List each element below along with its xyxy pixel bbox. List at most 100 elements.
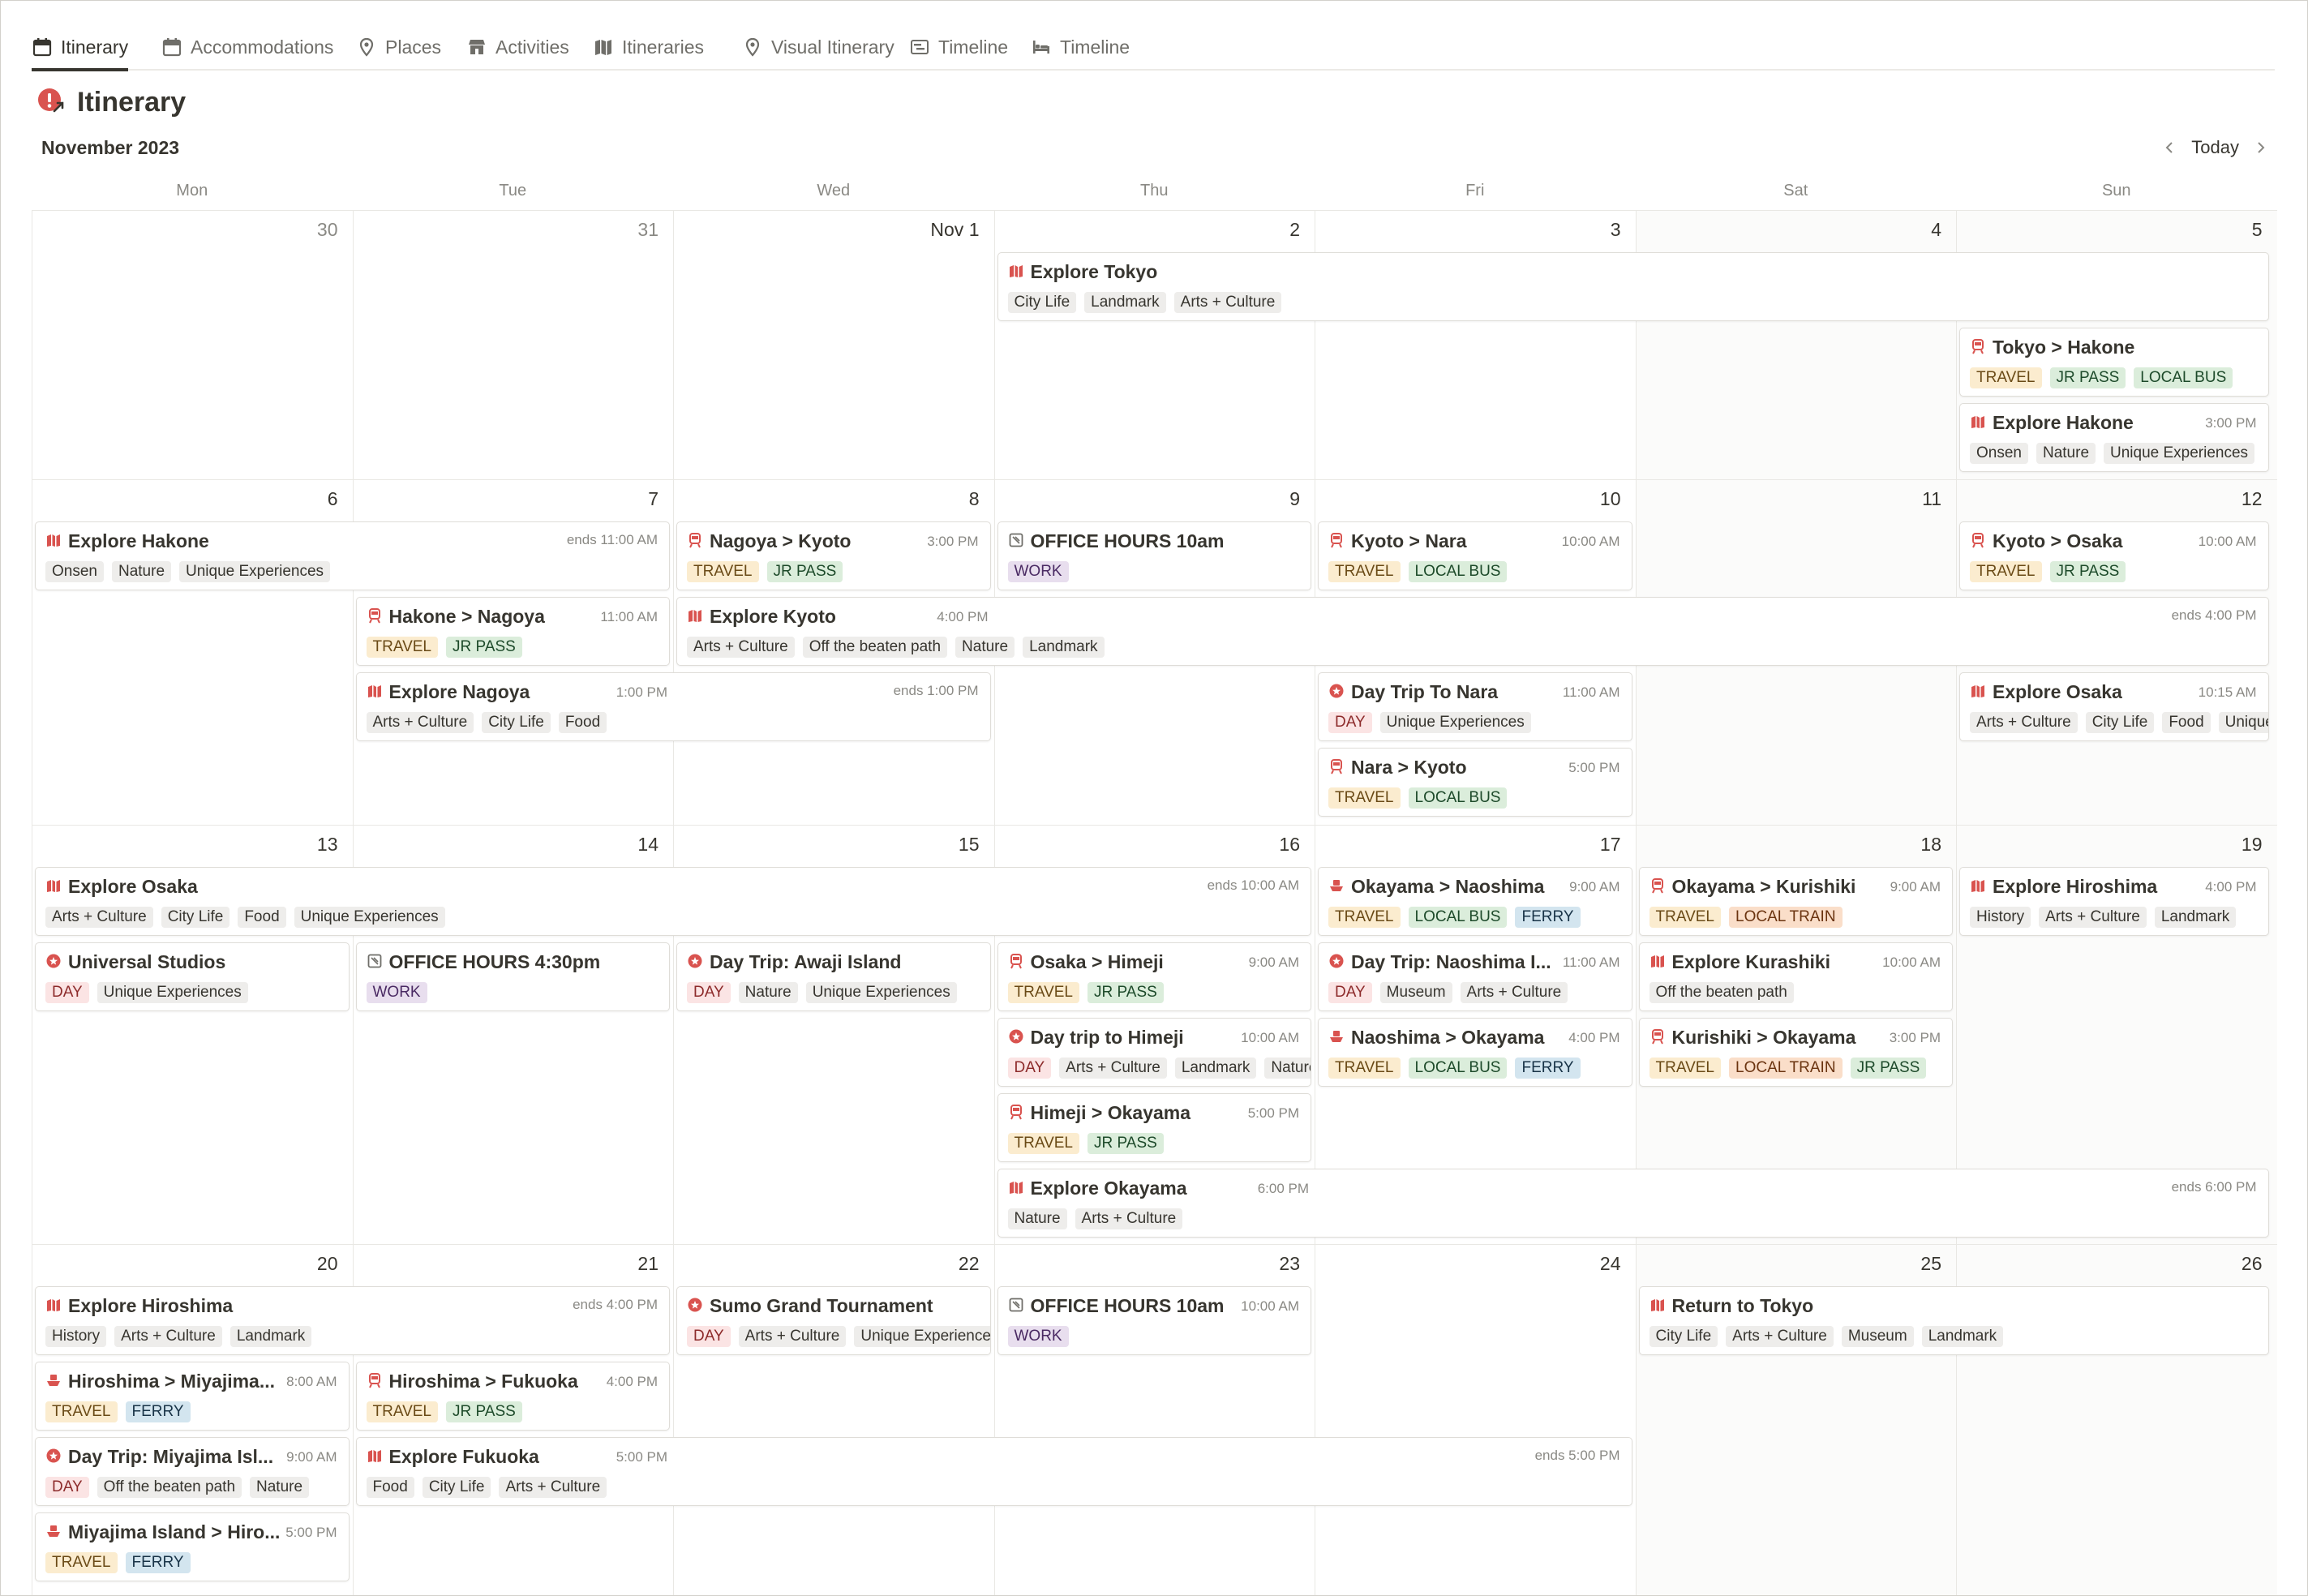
event-card[interactable]: Okayama > Naoshima 9:00 AM TRAVEL LOCAL BUS… <box>1318 867 1632 936</box>
event-card[interactable]: Day trip to Himeji 10:00 AM DAY Arts + Cult… <box>997 1018 1311 1087</box>
event-card[interactable]: OFFICE HOURS 10am WORK <box>997 521 1311 590</box>
day-cell[interactable]: 4 <box>1635 210 1956 479</box>
day-cell[interactable]: Nov 1 <box>673 210 994 479</box>
tag: JR PASS <box>1088 982 1164 1003</box>
tag: Off the beaten path <box>97 1477 242 1498</box>
tag: DAY <box>45 1477 89 1498</box>
tab-label: Timeline <box>938 36 1009 58</box>
day-cell[interactable]: 30 <box>32 210 353 479</box>
event-time: 11:00 AM <box>1562 955 1620 970</box>
tag: LOCAL BUS <box>1408 907 1508 928</box>
tag: TRAVEL <box>687 561 759 582</box>
event-card[interactable]: Sumo Grand Tournament DAY Arts + Culture Un… <box>676 1286 991 1355</box>
event-card[interactable]: Return to Tokyo City Life Arts + Culture Mu… <box>1638 1286 2269 1355</box>
event-card[interactable]: Explore Osaka ends 10:00 AM Arts + Culture… <box>35 867 1311 936</box>
event-card[interactable]: Hakone > Nagoya 11:00 AM TRAVEL JR PASS <box>355 597 670 666</box>
event-card[interactable]: Day Trip: Miyajima Isl... 9:00 AM DAY Off t… <box>35 1437 350 1506</box>
event-card[interactable]: Explore Hiroshima 4:00 PM History Arts + Cu… <box>1959 867 2269 936</box>
today-button[interactable]: Today <box>2183 137 2247 158</box>
event-title: OFFICE HOURS 10am <box>1030 1295 1225 1316</box>
star-badge-icon <box>687 953 703 969</box>
tab-itineraries[interactable]: Itineraries <box>593 25 704 69</box>
tab-timeline[interactable]: Timeline <box>909 25 1008 69</box>
event-time: 10:00 AM <box>1241 1030 1299 1045</box>
event-card[interactable]: Kyoto > Nara 10:00 AM TRAVEL LOCAL BUS <box>1318 521 1632 590</box>
tab-visual-itinerary[interactable]: Visual Itinerary <box>742 25 894 69</box>
event-title: Explore Tokyo <box>1030 261 1158 282</box>
event-card[interactable]: Explore Kurashiki 10:00 AM Off the beaten … <box>1638 942 1953 1011</box>
event-time: 9:00 AM <box>1890 879 1941 895</box>
chevron-left-icon[interactable] <box>2156 134 2183 161</box>
day-number: 20 <box>316 1253 338 1274</box>
tag: TRAVEL <box>1328 1058 1401 1079</box>
event-card[interactable]: Miyajima Island > Hiro... 5:00 PM TRAVEL FE… <box>35 1512 350 1581</box>
event-card[interactable]: Kurishiki > Okayama 3:00 PM TRAVEL LOCAL TR… <box>1638 1018 1953 1087</box>
event-time: 3:00 PM <box>927 534 979 549</box>
event-card[interactable]: Hiroshima > Miyajima... 8:00 AM TRAVEL FERR… <box>35 1362 350 1431</box>
event-card[interactable]: Naoshima > Okayama 4:00 PM TRAVEL LOCAL BUS… <box>1318 1018 1632 1087</box>
event-card[interactable]: Okayama > Kurishiki 9:00 AM TRAVEL LOCAL TR… <box>1638 867 1953 936</box>
tag: LOCAL BUS <box>2134 367 2233 388</box>
day-cell[interactable]: 31 <box>352 210 673 479</box>
event-card[interactable]: Explore Osaka 10:15 AM Arts + Culture City … <box>1959 672 2269 741</box>
day-number: 17 <box>1599 834 1621 855</box>
tab-timeline-2[interactable]: Timeline <box>1031 25 1130 69</box>
event-card[interactable]: Explore Hiroshima ends 4:00 PM History Arts… <box>35 1286 670 1355</box>
event-card[interactable]: Day Trip: Naoshima I... 11:00 AM DAY Museum… <box>1318 942 1632 1011</box>
map-icon <box>367 1448 383 1464</box>
day-number: 16 <box>1279 834 1300 855</box>
tag: FERRY <box>125 1552 191 1573</box>
event-card[interactable]: Explore Hakone ends 11:00 AM Onsen Nature Un… <box>35 521 670 590</box>
event-card[interactable]: Day Trip: Awaji Island DAY Nature Unique Ex… <box>676 942 991 1011</box>
event-title: Day Trip: Naoshima I... <box>1351 951 1551 972</box>
event-card[interactable]: Universal Studios DAY Unique Experiences <box>35 942 350 1011</box>
calendar-square-icon <box>1008 1297 1024 1313</box>
event-title: Hiroshima > Fukuoka <box>388 1371 578 1392</box>
event-card[interactable]: OFFICE HOURS 4:30pm WORK <box>355 942 670 1011</box>
event-card[interactable]: Explore Tokyo City Life Landmark Arts + Cul… <box>997 252 2269 321</box>
tab-activities[interactable]: Activities <box>466 25 569 69</box>
event-time: 9:00 AM <box>286 1449 337 1465</box>
event-title: Hakone > Nagoya <box>388 606 545 627</box>
event-card[interactable]: Nagoya > Kyoto 3:00 PM TRAVEL JR PASS <box>676 521 991 590</box>
event-card[interactable]: Tokyo > Hakone TRAVEL JR PASS LOCAL BUS <box>1959 328 2269 397</box>
chevron-right-icon[interactable] <box>2247 134 2275 161</box>
tab-label: Visual Itinerary <box>771 36 894 58</box>
boat-icon <box>1328 1028 1345 1045</box>
event-title: Okayama > Kurishiki <box>1671 876 1856 897</box>
tag: Nature <box>955 637 1015 658</box>
day-number: 22 <box>958 1253 980 1274</box>
tag: Arts + Culture <box>738 1326 847 1347</box>
event-card[interactable]: OFFICE HOURS 10am 10:00 AM WORK <box>997 1286 1311 1355</box>
map-icon <box>687 607 703 624</box>
event-card[interactable]: Hiroshima > Fukuoka 4:00 PM TRAVEL JR PASS <box>355 1362 670 1431</box>
tab-accommodations[interactable]: Accommodations <box>161 25 333 69</box>
tag: TRAVEL <box>1328 907 1401 928</box>
day-cell[interactable]: 2 <box>993 210 1315 479</box>
tab-itinerary[interactable]: Itinerary <box>32 25 129 71</box>
event-card[interactable]: Nara > Kyoto 5:00 PM TRAVEL LOCAL BUS <box>1318 748 1632 817</box>
event-card[interactable]: Osaka > Himeji 9:00 AM TRAVEL JR PASS <box>997 942 1311 1011</box>
map-icon <box>45 877 62 894</box>
event-title: Kyoto > Osaka <box>1993 530 2123 551</box>
train-icon <box>1649 877 1666 894</box>
event-card[interactable]: Kyoto > Osaka 10:00 AM TRAVEL JR PASS <box>1959 521 2269 590</box>
tag: JR PASS <box>1850 1058 1927 1079</box>
tag: Arts + Culture <box>687 637 795 658</box>
event-time: 11:00 AM <box>1562 684 1620 700</box>
tag: Arts + Culture <box>2039 907 2147 928</box>
train-icon <box>1649 1028 1666 1045</box>
event-card[interactable]: Day Trip To Nara 11:00 AM DAY Unique Experi… <box>1318 672 1632 741</box>
day-cell[interactable]: 24 <box>1315 1244 1636 1595</box>
event-card[interactable]: Explore Kyoto 4:00 PM ends 4:00 PM Arts + C… <box>676 597 2269 666</box>
event-card[interactable]: Explore Okayama 6:00 PM ends 6:00 PM Nature… <box>997 1169 2269 1238</box>
event-ends: ends 5:00 PM <box>1534 1448 1620 1463</box>
day-number: 31 <box>637 219 659 240</box>
event-card[interactable]: Explore Fukuoka 5:00 PM ends 5:00 PM Food Ci… <box>355 1437 1632 1506</box>
event-card[interactable]: Explore Nagoya 1:00 PM ends 1:00 PM Arts + … <box>355 672 991 741</box>
day-cell[interactable]: 3 <box>1315 210 1636 479</box>
tab-places[interactable]: Places <box>356 25 441 69</box>
event-card[interactable]: Himeji > Okayama 5:00 PM TRAVEL JR PASS <box>997 1093 1311 1162</box>
event-card[interactable]: Explore Hakone 3:00 PM Onsen Nature Unique E… <box>1959 403 2269 472</box>
event-title: Explore Hiroshima <box>1993 876 2158 897</box>
